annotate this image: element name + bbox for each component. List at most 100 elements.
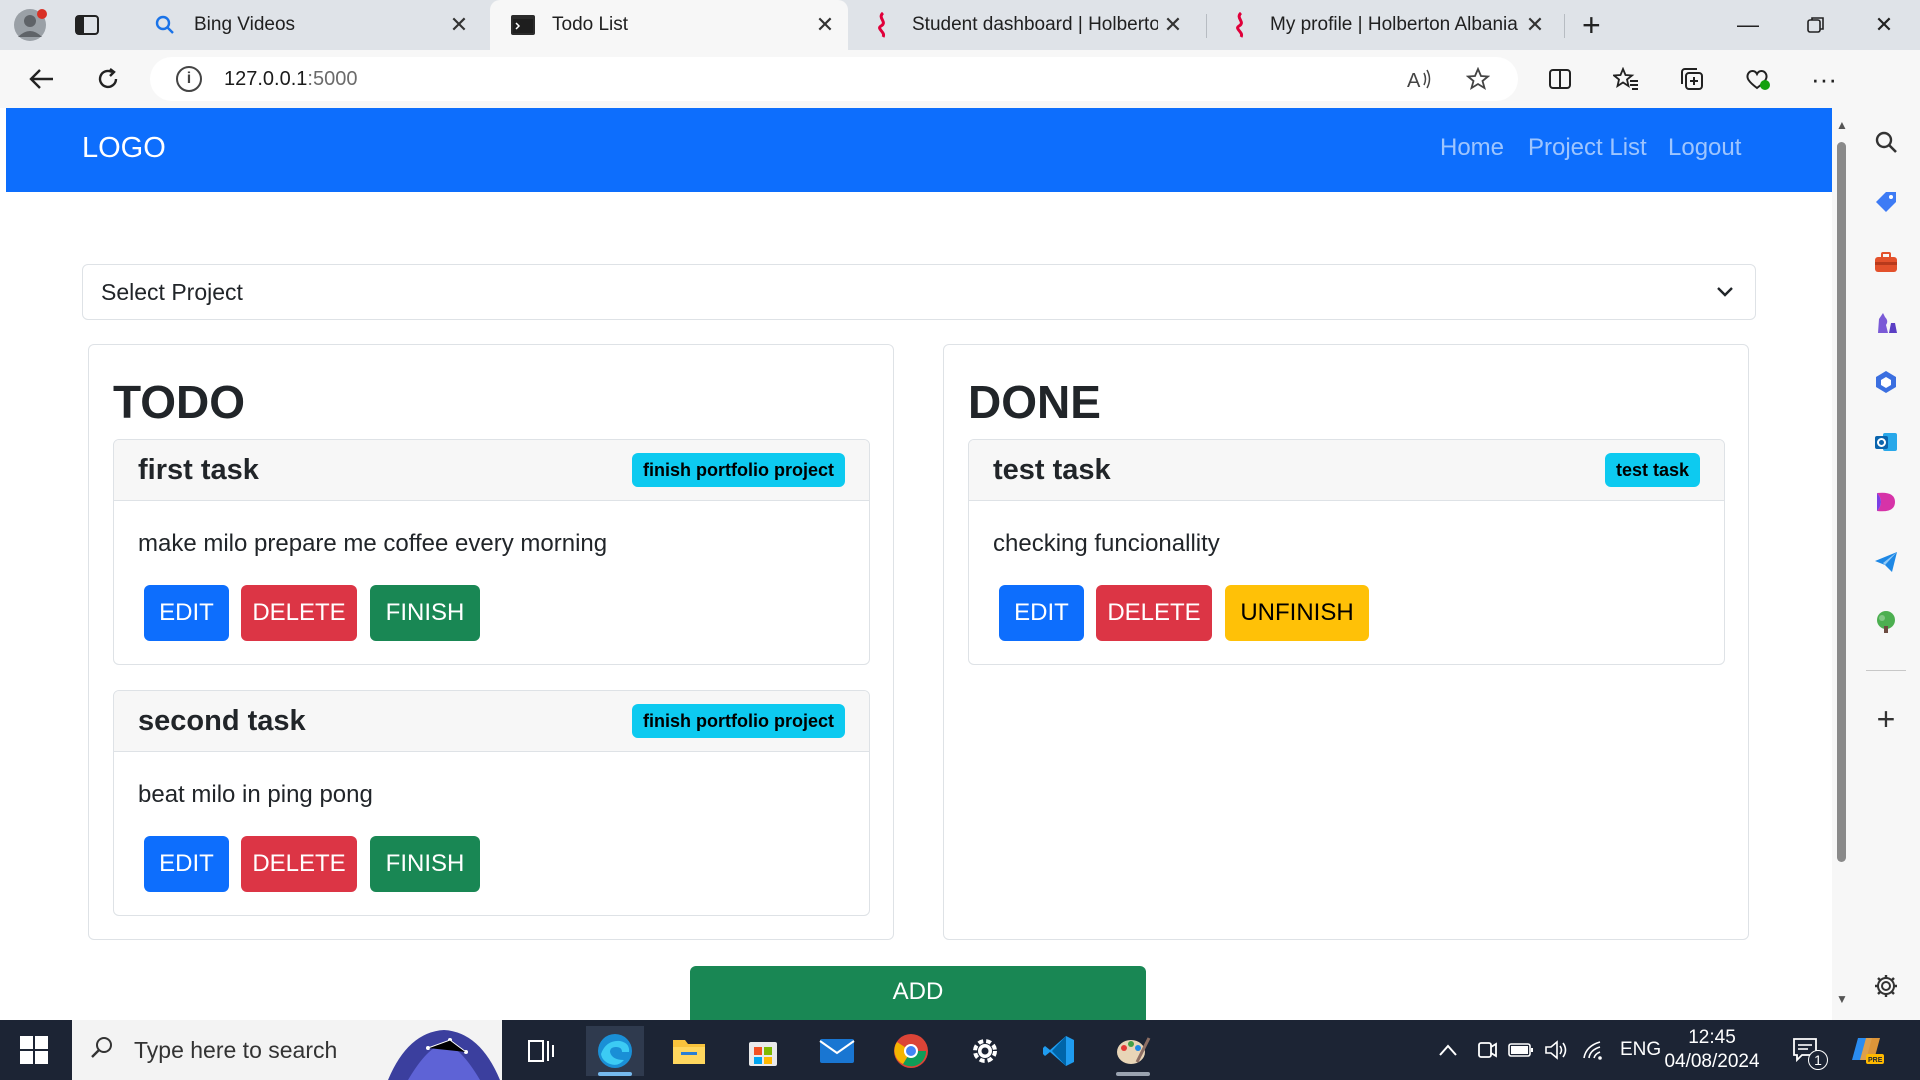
taskbar-clock[interactable]: 12:45 04/08/2024 [1662, 1026, 1762, 1074]
nav-link-home[interactable]: Home [1440, 134, 1504, 162]
notification-count-badge: 1 [1808, 1050, 1828, 1070]
profile-avatar-icon[interactable] [12, 7, 48, 43]
scrollbar-thumb[interactable] [1837, 142, 1846, 862]
scroll-down-icon[interactable]: ▼ [1836, 992, 1848, 1006]
add-sidebar-app-plus-icon[interactable]: + [1872, 701, 1900, 737]
tab-todo-list[interactable]: Todo List ✕ [490, 0, 848, 50]
settings-gear-icon[interactable] [956, 1026, 1014, 1076]
nav-link-project-list[interactable]: Project List [1528, 134, 1647, 162]
restore-icon[interactable] [1782, 0, 1850, 50]
more-options-icon[interactable]: ··· [1804, 59, 1844, 99]
favorites-icon[interactable] [1606, 59, 1646, 99]
designer-icon[interactable] [1872, 488, 1900, 516]
delete-button[interactable]: DELETE [1096, 585, 1212, 641]
wifi-icon[interactable] [1582, 1020, 1606, 1080]
back-arrow-icon[interactable] [22, 59, 62, 99]
edge-taskbar-icon[interactable] [586, 1026, 644, 1076]
task-card: first task finish portfolio project make… [113, 439, 870, 665]
task-description: checking funcionallity [993, 530, 1220, 557]
chrome-icon[interactable] [882, 1026, 940, 1076]
minimize-icon[interactable]: — [1714, 0, 1782, 50]
edit-button[interactable]: EDIT [999, 585, 1084, 641]
tab-student-dashboard[interactable]: Student dashboard | Holberton A ✕ [850, 0, 1196, 50]
task-title: test task [993, 454, 1111, 486]
active-app-indicator [598, 1072, 632, 1076]
paint-icon[interactable] [1104, 1026, 1162, 1076]
browser-essentials-icon[interactable] [1738, 59, 1778, 99]
project-badge: finish portfolio project [632, 453, 845, 487]
task-card: test task test task checking funcionalli… [968, 439, 1725, 665]
edit-button[interactable]: EDIT [144, 836, 229, 892]
file-explorer-icon[interactable] [660, 1026, 718, 1076]
language-indicator[interactable]: ENG [1620, 1020, 1661, 1080]
tab-title: My profile | Holberton Albania In [1270, 14, 1520, 35]
read-aloud-icon[interactable]: A [1400, 57, 1440, 101]
tab-actions-icon[interactable] [74, 12, 100, 38]
task-view-icon[interactable] [512, 1026, 570, 1076]
collections-icon[interactable] [1672, 59, 1712, 99]
close-icon[interactable]: ✕ [810, 12, 840, 38]
tools-icon[interactable] [1872, 248, 1900, 276]
svg-text:A: A [1407, 70, 1421, 91]
taskbar-search[interactable]: Type here to search [72, 1020, 502, 1080]
task-description: make milo prepare me coffee every mornin… [138, 530, 608, 557]
close-icon[interactable]: ✕ [1520, 12, 1550, 38]
send-telegram-icon[interactable] [1872, 548, 1900, 576]
unfinish-button[interactable]: UNFINISH [1225, 585, 1369, 641]
tree-icon[interactable] [1872, 608, 1900, 636]
tab-bing-videos[interactable]: Bing Videos ✕ [132, 0, 482, 50]
add-task-button[interactable]: ADD [690, 966, 1146, 1020]
browser-tab-strip: Bing Videos ✕ Todo List ✕ Student dashbo… [0, 0, 1920, 50]
tray-chevron-up-icon[interactable] [1438, 1020, 1458, 1080]
delete-button[interactable]: DELETE [241, 836, 357, 892]
outlook-icon[interactable] [1872, 428, 1900, 456]
split-screen-icon[interactable] [1540, 59, 1580, 99]
finish-button[interactable]: FINISH [370, 836, 480, 892]
edge-sidebar: + [1852, 50, 1920, 1020]
page-scrollbar[interactable]: ▲ ▼ [1832, 108, 1852, 1020]
page-viewport: LOGO Home Project List Logout Select Pro… [6, 108, 1832, 1020]
svg-text:PRE: PRE [1868, 1057, 1883, 1064]
close-icon[interactable]: ✕ [1158, 12, 1188, 38]
open-app-indicator [1116, 1072, 1150, 1076]
sidebar-search-icon[interactable] [1872, 128, 1900, 156]
games-icon[interactable] [1872, 308, 1900, 336]
project-select-value: Select Project [101, 278, 243, 305]
microsoft-365-icon[interactable] [1872, 368, 1900, 396]
refresh-icon[interactable] [88, 59, 128, 99]
microsoft-store-icon[interactable] [734, 1026, 792, 1076]
notifications-icon[interactable]: 1 [1792, 1020, 1828, 1080]
app-logo[interactable]: LOGO [82, 132, 166, 165]
task-card-header: first task finish portfolio project [114, 440, 869, 501]
battery-icon[interactable] [1508, 1020, 1534, 1080]
shopping-tag-icon[interactable] [1872, 188, 1900, 216]
sidebar-settings-gear-icon[interactable] [1872, 972, 1900, 1000]
edit-button[interactable]: EDIT [144, 585, 229, 641]
copilot-taskbar-icon[interactable]: PRE [1850, 1020, 1886, 1080]
task-card-header: test task test task [969, 440, 1724, 501]
tab-my-profile[interactable]: My profile | Holberton Albania In ✕ [1208, 0, 1558, 50]
windows-taskbar: Type here to search ENG 12:45 04/08/2024… [0, 1020, 1920, 1080]
meet-now-icon[interactable] [1476, 1020, 1498, 1080]
tab-title: Todo List [552, 14, 629, 35]
nav-link-logout[interactable]: Logout [1668, 134, 1741, 162]
windows-start-icon[interactable] [14, 1034, 56, 1066]
address-bar[interactable]: i 127.0.0.1:5000 A [150, 57, 1518, 101]
scroll-up-icon[interactable]: ▲ [1836, 118, 1848, 132]
delete-button[interactable]: DELETE [241, 585, 357, 641]
new-tab-plus-icon[interactable]: + [1582, 9, 1601, 41]
volume-icon[interactable] [1544, 1020, 1568, 1080]
site-info-icon[interactable]: i [176, 66, 202, 92]
finish-button[interactable]: FINISH [370, 585, 480, 641]
search-highlight-icon [388, 1022, 500, 1080]
close-window-icon[interactable]: ✕ [1850, 0, 1918, 50]
project-select[interactable]: Select Project [82, 264, 1756, 320]
favorite-star-icon[interactable] [1458, 57, 1498, 101]
tab-separator [1564, 14, 1565, 38]
done-heading: DONE [968, 376, 1101, 428]
todo-heading: TODO [113, 376, 246, 428]
taskbar-search-placeholder: Type here to search [134, 1036, 338, 1063]
mail-icon[interactable] [808, 1026, 866, 1076]
vscode-icon[interactable] [1030, 1026, 1088, 1076]
close-icon[interactable]: ✕ [444, 12, 474, 38]
